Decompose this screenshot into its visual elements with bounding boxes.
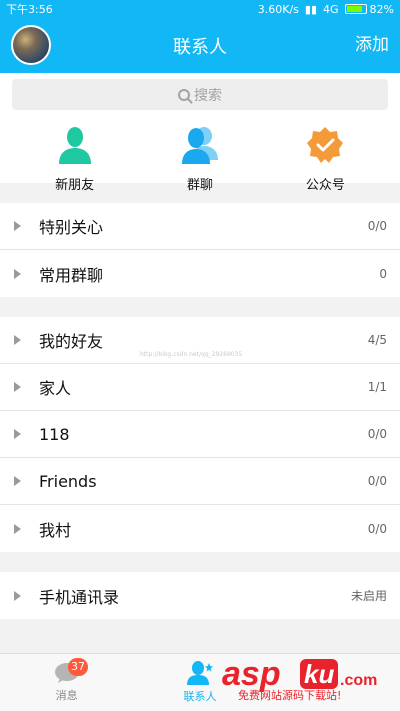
svg-text:ku: ku (304, 659, 334, 689)
list-item[interactable]: Friends 0/0 (0, 458, 400, 505)
status-indicators: 3.60K/s ▮▮ 4G 82% (258, 3, 394, 16)
battery-indicator: 82% (344, 2, 394, 16)
network-type: 4G (323, 2, 339, 16)
search-placeholder: 搜索 (194, 87, 222, 104)
group-label: 特别关心 (39, 218, 104, 237)
list-item[interactable]: 特别关心 0/0 (0, 203, 400, 250)
expand-arrow-icon (14, 429, 21, 439)
section-divider (0, 297, 400, 317)
group-count: 1/1 (367, 380, 387, 394)
group-count: 0 (379, 266, 387, 281)
group-count: 0/0 (367, 219, 387, 233)
group-count: 未启用 (350, 589, 387, 603)
add-button[interactable]: 添加 (355, 18, 389, 73)
quick-action-label: 群聊 (186, 178, 213, 193)
avatar[interactable] (11, 25, 51, 65)
list-item[interactable]: 手机通讯录 未启用 (0, 572, 400, 619)
signal-icon: ▮▮ (304, 2, 318, 16)
contacts-icon (186, 661, 213, 685)
list-item[interactable]: 常用群聊 0 (0, 250, 400, 297)
list-item[interactable]: 家人 1/1 (0, 364, 400, 411)
badge-check-icon (307, 127, 344, 163)
status-time: 下午3:56 (6, 3, 53, 16)
group-label: 118 (39, 424, 70, 444)
expand-arrow-icon (14, 523, 21, 534)
tab-label: 联系人 (183, 690, 217, 703)
list-item[interactable]: 118 0/0 (0, 411, 400, 458)
tab-messages[interactable]: 37 消息 (0, 654, 133, 711)
quick-actions: 新朋友 群聊 公众号 (12, 110, 388, 193)
watermark: http://blog.csdn.net/qq_29269035 (140, 351, 243, 358)
group-label: 常用群聊 (39, 265, 104, 285)
contact-group-special: 特别关心 0/0 常用群聊 0 (0, 203, 400, 297)
search-icon (178, 88, 190, 101)
svg-text:.com: .com (340, 672, 377, 689)
tab-label: 消息 (55, 689, 78, 702)
list-item[interactable]: 我村 0/0 (0, 505, 400, 552)
quick-action-label: 公众号 (305, 178, 345, 193)
section-divider (0, 552, 400, 572)
expand-arrow-icon (14, 590, 21, 601)
group-count: 0/0 (367, 427, 387, 441)
app-header: 联系人 添加 (0, 18, 400, 73)
expand-arrow-icon (14, 221, 21, 231)
unread-badge: 37 (68, 658, 88, 676)
group-count: 0/0 (367, 521, 387, 536)
group-label: 我的好友 (39, 332, 104, 351)
group-label: Friends (39, 471, 97, 491)
expand-arrow-icon (14, 476, 21, 486)
svg-text:asp: asp (222, 655, 281, 693)
group-icon (181, 127, 218, 164)
group-label: 我村 (39, 520, 72, 540)
aspku-logo: asp ku .com 免费网站源码下载站! (222, 655, 377, 701)
contact-group-phone: 手机通讯录 未启用 (0, 572, 400, 619)
group-label: 手机通讯录 (39, 587, 120, 607)
group-label: 家人 (39, 379, 72, 398)
search-area: 搜索 新朋友 群聊 公众号 (0, 73, 400, 193)
page-title: 联系人 (173, 36, 227, 58)
battery-percent: 82% (369, 2, 394, 16)
quick-action-label: 新朋友 (55, 178, 95, 193)
network-speed: 3.60K/s (257, 2, 299, 16)
search-input[interactable]: 搜索 (12, 79, 388, 110)
group-count: 0/0 (367, 474, 387, 488)
expand-arrow-icon (14, 268, 21, 279)
quick-action-group-chat[interactable]: 群聊 (137, 126, 262, 193)
quick-action-new-friends[interactable]: 新朋友 (12, 126, 137, 193)
person-icon (58, 127, 91, 164)
group-count: 4/5 (367, 333, 387, 347)
quick-action-official-accounts[interactable]: 公众号 (263, 126, 388, 193)
expand-arrow-icon (14, 382, 21, 392)
svg-text:免费网站源码下载站!: 免费网站源码下载站! (238, 688, 341, 701)
status-bar: 下午3:56 3.60K/s ▮▮ 4G 82% (0, 0, 400, 18)
expand-arrow-icon (14, 335, 21, 345)
battery-icon (344, 4, 367, 14)
